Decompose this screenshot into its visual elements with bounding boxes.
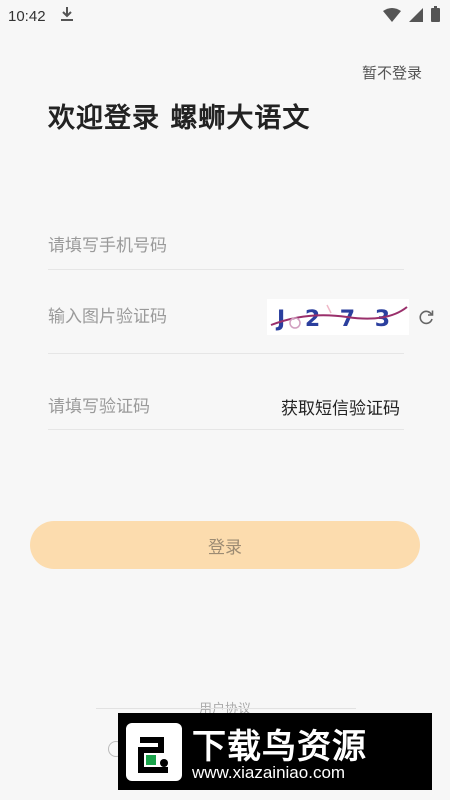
status-time: 10:42	[8, 7, 46, 25]
bird-logo-icon	[126, 723, 182, 781]
skip-login-link[interactable]: 暂不登录	[362, 62, 422, 83]
watermark-banner: 下载鸟资源 www.xiazainiao.com	[118, 713, 432, 790]
captcha-image[interactable]: J 2 7 3	[267, 298, 409, 335]
sms-field-row: 获取短信验证码	[48, 384, 404, 430]
download-icon	[60, 6, 74, 26]
captcha-input[interactable]	[48, 306, 267, 327]
refresh-icon[interactable]	[417, 308, 435, 326]
battery-icon	[431, 6, 440, 26]
agreement-divider	[96, 708, 356, 709]
status-left: 10:42	[8, 6, 74, 26]
watermark-title: 下载鸟资源	[192, 727, 367, 767]
page-title: 欢迎登录 螺蛳大语文	[48, 103, 311, 134]
signal-icon	[409, 7, 423, 26]
login-button[interactable]: 登录	[30, 521, 420, 569]
wifi-icon	[383, 7, 401, 26]
phone-field-row	[48, 222, 404, 270]
sms-code-input[interactable]	[48, 396, 281, 417]
status-right	[383, 6, 440, 26]
status-bar: 10:42	[0, 0, 450, 32]
get-sms-code-button[interactable]: 获取短信验证码	[281, 394, 400, 419]
watermark-url: www.xiazainiao.com	[192, 763, 346, 782]
captcha-field-row: J 2 7 3	[48, 280, 434, 354]
phone-input[interactable]	[48, 235, 404, 256]
